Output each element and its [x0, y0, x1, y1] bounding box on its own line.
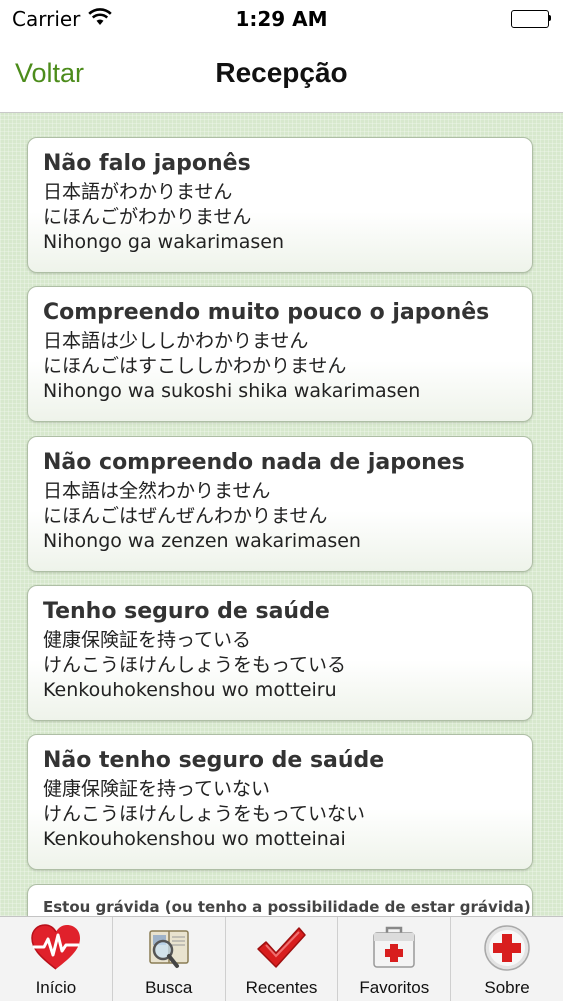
- phrase-card[interactable]: Tenho seguro de saúde 健康保険証を持っている けんこうほけ…: [27, 585, 533, 721]
- tab-label: Sobre: [484, 978, 530, 997]
- phrase-kana: にほんごはぜんぜんわかりません: [43, 505, 328, 527]
- phrase-title: Tenho seguro de saúde: [43, 599, 330, 624]
- tab-favoritos[interactable]: Favoritos: [338, 917, 452, 1001]
- clock: 1:29 AM: [235, 7, 328, 31]
- navigation-bar: Voltar Recepção: [0, 38, 563, 113]
- page-title: Recepção: [215, 57, 348, 88]
- phrase-romaji: Nihongo wa sukoshi shika wakarimasen: [43, 380, 421, 402]
- tab-recentes[interactable]: Recentes: [226, 917, 339, 1001]
- phrase-title: Não falo japonês: [43, 151, 251, 176]
- phrase-kanji: 日本語がわかりません: [43, 181, 233, 203]
- checkmark-icon: [254, 923, 308, 973]
- tab-label: Recentes: [245, 978, 318, 997]
- phrase-kanji: 日本語は少ししかわかりません: [43, 330, 309, 352]
- red-cross-icon: [480, 923, 534, 973]
- phrase-kanji: 健康保険証を持っている: [43, 629, 252, 651]
- phrase-romaji: Kenkouhokenshou wo motteinai: [43, 828, 346, 850]
- phrase-kana: けんこうほけんしょうをもっていない: [43, 803, 366, 825]
- tab-sobre[interactable]: Sobre: [451, 917, 563, 1001]
- phrase-kana: けんこうほけんしょうをもっている: [43, 654, 347, 676]
- phrase-romaji: Nihongo wa zenzen wakarimasen: [43, 530, 361, 552]
- phrase-title: Compreendo muito pouco o japonês: [43, 300, 490, 325]
- phrase-romaji: Nihongo ga wakarimasen: [43, 231, 285, 253]
- tab-busca[interactable]: Busca: [113, 917, 226, 1001]
- phrase-romaji: Kenkouhokenshou wo motteiru: [43, 679, 337, 701]
- tab-label: Busca: [145, 978, 193, 997]
- status-bar: Carrier 1:29 AM: [0, 0, 563, 38]
- phrase-card[interactable]: Não tenho seguro de saúde 健康保険証を持っていない け…: [27, 734, 533, 870]
- battery-icon: [511, 10, 551, 28]
- tab-bar: Início Busca Recentes Favoritos Sobre: [0, 916, 563, 1001]
- phrase-kana: にほんごはすこししかわかりません: [43, 355, 347, 377]
- heart-pulse-icon: [29, 923, 83, 973]
- phrase-title: Não tenho seguro de saúde: [43, 748, 385, 773]
- phrase-kanji: 日本語は全然わかりません: [43, 480, 271, 502]
- phrase-card[interactable]: Compreendo muito pouco o japonês 日本語は少しし…: [27, 286, 533, 422]
- first-aid-kit-icon: [367, 923, 421, 973]
- phrase-list[interactable]: Não falo japonês 日本語がわかりません にほんごがわかりません …: [0, 113, 563, 916]
- phrase-card[interactable]: Não compreendo nada de japones 日本語は全然わかり…: [27, 436, 533, 572]
- phrase-kana: にほんごがわかりません: [43, 206, 252, 228]
- book-magnifier-icon: [142, 923, 196, 973]
- phrase-card[interactable]: Estou grávida (ou tenho a possibilidade …: [27, 884, 533, 916]
- phrase-title: Estou grávida (ou tenho a possibilidade …: [43, 898, 531, 916]
- phrase-kanji: 健康保険証を持っていない: [43, 778, 271, 800]
- tab-label: Favoritos: [359, 978, 430, 997]
- phrase-title: Não compreendo nada de japones: [43, 450, 465, 475]
- tab-inicio[interactable]: Início: [0, 917, 113, 1001]
- phrase-card[interactable]: Não falo japonês 日本語がわかりません にほんごがわかりません …: [27, 137, 533, 273]
- tab-label: Início: [35, 978, 77, 997]
